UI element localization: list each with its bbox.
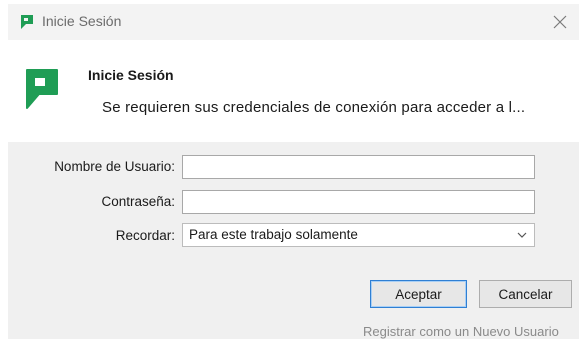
brand-logo-icon [26, 69, 58, 109]
username-field[interactable] [182, 155, 535, 179]
remember-select[interactable]: Para este trabajo solamente [182, 223, 535, 247]
accept-button[interactable]: Aceptar [370, 280, 467, 308]
close-icon [553, 15, 567, 29]
header-subtitle: Se requieren sus credenciales de conexió… [102, 99, 526, 116]
title-bar: Inicie Sesión [8, 4, 579, 40]
remember-select-value: Para este trabajo solamente [189, 227, 358, 242]
remember-label: Recordar: [115, 228, 175, 243]
header-title: Inicie Sesión [88, 67, 174, 83]
close-button[interactable] [547, 9, 573, 35]
dialog-header: Inicie Sesión Se requieren sus credencia… [8, 40, 579, 142]
login-dialog: Inicie Sesión Inicie Sesión Se requieren… [0, 0, 579, 339]
cancel-button[interactable]: Cancelar [479, 280, 572, 308]
form-area: Nombre de Usuario: Contraseña: Recordar:… [8, 142, 579, 339]
window-title: Inicie Sesión [42, 13, 122, 29]
app-logo-icon [21, 15, 33, 29]
password-field[interactable] [182, 190, 535, 214]
password-label: Contraseña: [101, 194, 175, 209]
username-label: Nombre de Usuario: [54, 159, 175, 174]
chevron-down-icon [517, 232, 527, 238]
register-link[interactable]: Registrar como un Nuevo Usuario [363, 324, 559, 339]
